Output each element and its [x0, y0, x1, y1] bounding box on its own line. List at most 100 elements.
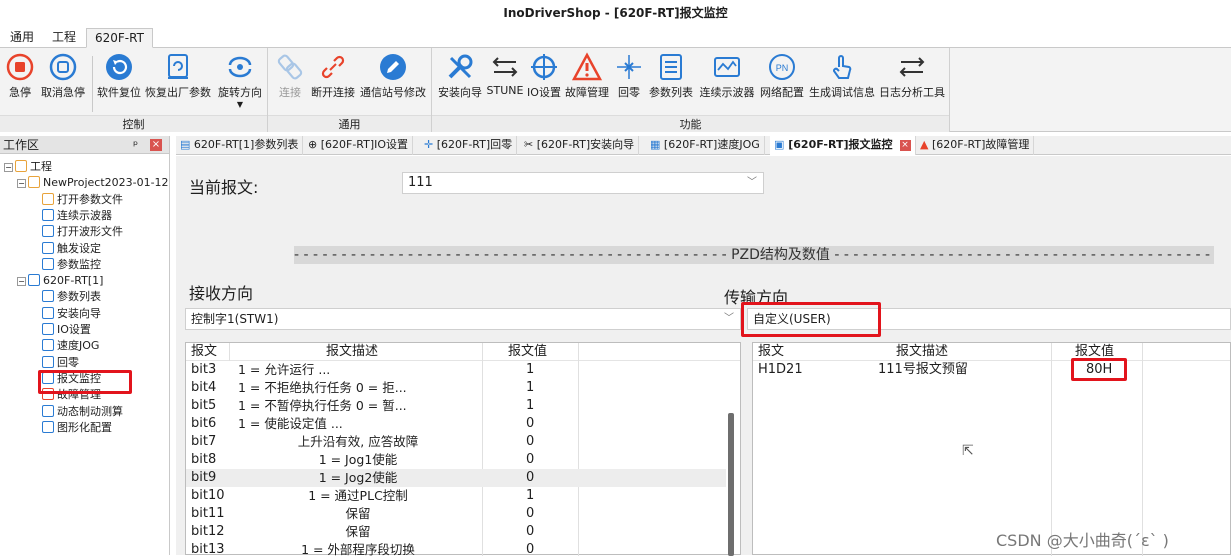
pin-icon[interactable]: ᵖ: [133, 136, 138, 154]
receive-direction-title: 接收方向: [189, 284, 254, 303]
table-row[interactable]: bit11 保留 0: [186, 505, 726, 523]
device-icon: [28, 274, 40, 287]
edit-station-icon: [380, 54, 406, 80]
telegram-icon: ▣: [774, 138, 785, 151]
connect-icon: [277, 54, 303, 80]
cancel-emergency-stop-button[interactable]: 取消急停: [38, 52, 88, 100]
tree-item[interactable]: −620F-RT[1]: [17, 272, 103, 289]
table-row[interactable]: bit9 1 = Jog2使能 0: [186, 469, 726, 487]
table-row[interactable]: bit7 上升沿有效, 应答故障 0: [186, 433, 726, 451]
tree-item[interactable]: 连续示波器: [42, 207, 112, 224]
table-row[interactable]: bit8 1 = Jog1使能 0: [186, 451, 726, 469]
connect-button[interactable]: 连接: [274, 52, 306, 100]
vertical-scrollbar[interactable]: [728, 413, 734, 556]
stune-button[interactable]: STUNE: [486, 52, 524, 97]
ribbon: 急停 取消急停 软件复位 恢复出厂参数 旋转方向 ▼ 控制 连接 断开连接 通信…: [0, 48, 1231, 132]
table-row[interactable]: bit10 1 = 通过PLC控制 1: [186, 487, 726, 505]
stune-icon: [492, 57, 518, 77]
generate-debug-info-button[interactable]: 生成调试信息: [808, 52, 876, 100]
ribbon-group-label: 控制: [0, 115, 267, 132]
tree-item[interactable]: 图形化配置: [42, 419, 112, 436]
install-wizard-button[interactable]: 安装向导: [437, 52, 483, 100]
ribbon-group-label: 功能: [432, 115, 949, 132]
home-icon: [42, 355, 54, 368]
workspace-pane: 工作区 ᵖ × − 工程 − NewProject2023-01-12 打开参数文件 连续…: [0, 136, 170, 555]
log-analysis-button[interactable]: 日志分析工具: [878, 52, 946, 100]
homing-button[interactable]: 回零: [614, 52, 644, 100]
table-row[interactable]: bit3 1 = 允许运行 ... 1: [186, 361, 726, 379]
parameter-list-button[interactable]: 参数列表: [647, 52, 695, 100]
wrench-icon: [42, 306, 54, 319]
list-icon: ▤: [180, 138, 191, 151]
folder-icon: [15, 160, 27, 172]
chevron-down-icon: ﹀: [724, 313, 734, 324]
tree-item[interactable]: 参数列表: [42, 288, 101, 305]
expand-toggle-icon[interactable]: −: [4, 163, 13, 172]
close-tab-icon[interactable]: ×: [899, 140, 911, 151]
home-icon: ✛: [424, 138, 434, 151]
tree-item[interactable]: 速度JOG: [42, 337, 99, 354]
table-row[interactable]: bit5 1 = 不暂停执行任务 0 = 暂... 1: [186, 397, 726, 415]
document-tab-bar: ▤ 620F-RT[1]参数列表 ⊕ [620F-RT]IO设置 ✛ [620F…: [176, 136, 1231, 155]
station-edit-button[interactable]: 通信站号修改: [360, 52, 426, 100]
disconnect-button[interactable]: 断开连接: [309, 52, 357, 100]
reset-icon: [106, 54, 132, 80]
menu-tab-620f-rt[interactable]: 620F-RT: [86, 28, 153, 48]
watermark: CSDN @大小曲奇(ˊɛˋ ): [996, 531, 1169, 550]
tab-fault-management[interactable]: ▲ [620F-RT]故障管理: [916, 136, 1035, 155]
ribbon-group-control: 急停 取消急停 软件复位 恢复出厂参数 旋转方向 ▼ 控制: [0, 48, 268, 132]
expand-toggle-icon[interactable]: −: [17, 277, 26, 287]
factory-reset-button[interactable]: 恢复出厂参数: [144, 52, 212, 100]
cancel-stop-icon: [49, 53, 77, 81]
tree-item[interactable]: 回零: [42, 354, 79, 371]
tab-io-settings[interactable]: ⊕ [620F-RT]IO设置: [304, 136, 414, 155]
pzd-section-banner: - - - - - - - - - - - - - - - - - - - - …: [294, 246, 1214, 264]
expand-toggle-icon[interactable]: −: [17, 179, 26, 189]
tree-item[interactable]: 打开波形文件: [42, 223, 123, 240]
warning-icon: [572, 52, 602, 81]
tree-item[interactable]: − 工程: [4, 158, 52, 175]
tree-item[interactable]: 触发设定: [42, 240, 101, 257]
tree-item[interactable]: − NewProject2023-01-12: [17, 174, 169, 191]
warning-icon: ▲: [920, 138, 929, 151]
tab-speed-jog[interactable]: ▦ [620F-RT]速度JOG: [646, 136, 765, 155]
menu-tab-general[interactable]: 通用: [2, 28, 42, 48]
tab-homing[interactable]: ✛ [620F-RT]回零: [420, 136, 518, 155]
tree-item[interactable]: 打开参数文件: [42, 191, 123, 208]
chevron-down-icon[interactable]: ▼: [215, 100, 265, 109]
tab-install-wizard[interactable]: ✂ [620F-RT]安装向导: [520, 136, 640, 155]
chevron-down-icon: ﹀: [747, 177, 757, 188]
receive-word-select[interactable]: 控制字1(STW1) ﹀: [185, 308, 741, 330]
ribbon-group-function: 安装向导 STUNE IO设置 故障管理 回零 参数列表 连续示波器 PN 网络: [432, 48, 950, 132]
rotation-direction-button[interactable]: 旋转方向 ▼: [215, 52, 265, 109]
transmit-table-header: 报文 报文描述 报文值: [753, 343, 1230, 361]
network-config-button[interactable]: PN 网络配置: [758, 52, 806, 100]
mouse-cursor-icon: ⇱: [962, 443, 974, 459]
table-row[interactable]: H1D21 111号报文预留 80H: [753, 361, 1230, 379]
receive-table: 报文 报文描述 报文值 bit3 1 = 允许运行 ... 1 bit4 1 = 不拒绝…: [185, 342, 741, 557]
continuous-oscilloscope-button[interactable]: 连续示波器: [698, 52, 756, 100]
close-icon[interactable]: ×: [150, 139, 162, 151]
table-row[interactable]: bit4 1 = 不拒绝执行任务 0 = 拒... 1: [186, 379, 726, 397]
menu-tab-project[interactable]: 工程: [44, 28, 84, 48]
tab-telegram-monitor[interactable]: ▣ [620F-RT]报文监控 ×: [770, 136, 916, 155]
rotate-direction-icon: [228, 56, 252, 78]
io-settings-button[interactable]: IO设置: [526, 52, 562, 100]
table-row[interactable]: bit6 1 = 使能设定值 ... 0: [186, 415, 726, 433]
tree-item[interactable]: IO设置: [42, 321, 91, 338]
highlight-transmit-select: [741, 302, 881, 337]
tree-item[interactable]: 动态制动测算: [42, 403, 123, 420]
home-icon: [617, 55, 641, 79]
oscilloscope-icon: [714, 57, 740, 77]
emergency-stop-button[interactable]: 急停: [5, 52, 35, 100]
menu-tab-bar: 通用 工程 620F-RT: [0, 26, 1231, 48]
table-row[interactable]: bit13 1 = 外部程序段切换 0: [186, 541, 726, 559]
software-reset-button[interactable]: 软件复位: [97, 52, 141, 100]
tree-item[interactable]: 安装向导: [42, 305, 101, 322]
folder-open-icon: [42, 192, 54, 205]
fault-management-button[interactable]: 故障管理: [564, 52, 610, 100]
table-row[interactable]: bit12 保留 0: [186, 523, 726, 541]
tab-parameter-list[interactable]: ▤ 620F-RT[1]参数列表: [176, 136, 304, 155]
telegram-select[interactable]: 111 ﹀: [402, 172, 764, 194]
tree-item[interactable]: 参数监控: [42, 256, 101, 273]
